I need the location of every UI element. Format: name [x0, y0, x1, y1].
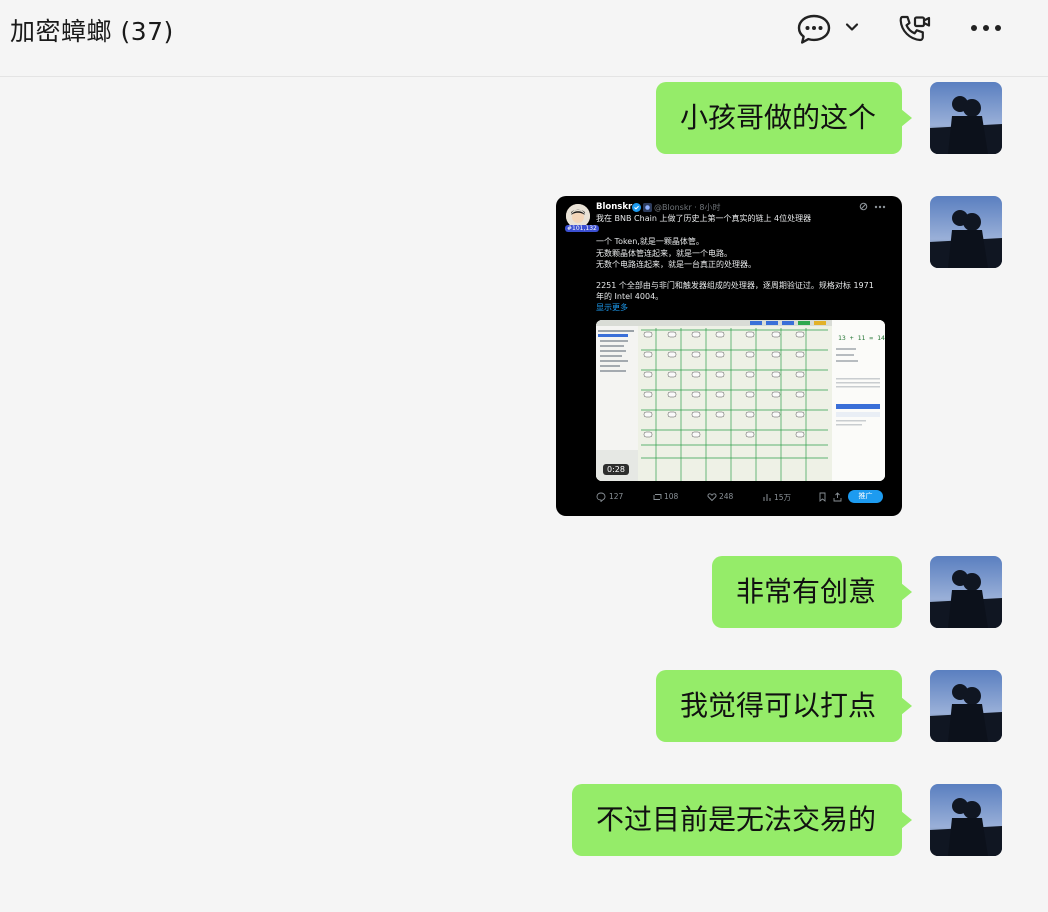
chat-header: 加密蟑螂 (37): [0, 0, 1048, 77]
tweet-video-thumbnail[interactable]: 13 + 11 = 143: [596, 320, 885, 481]
share-icon[interactable]: [833, 492, 842, 502]
chat-bubble-icon[interactable]: [796, 12, 832, 46]
screen-result-text: 13 + 11 = 143: [838, 334, 885, 342]
show-more-link[interactable]: 显示更多: [596, 302, 628, 313]
shared-tweet-card[interactable]: #101,132 Blonskr @Blonskr · 8小时 我在 BNB C…: [556, 196, 902, 516]
like-count: 248: [719, 492, 734, 501]
message-bubble[interactable]: 我觉得可以打点: [655, 670, 913, 742]
views-icon: [763, 494, 771, 501]
retweet-icon[interactable]: [652, 492, 663, 502]
tweet-text-line: 我在 BNB Chain 上做了历史上第一个真实的链上 4位处理器: [596, 214, 812, 223]
chat-title: 加密蟑螂 (37): [10, 17, 174, 46]
tweet-text-line: 无数颗晶体管连起来，就是一个电路。: [596, 249, 732, 258]
avatar[interactable]: [930, 196, 1002, 268]
follower-count-badge: #101,132: [565, 225, 599, 232]
message-bubble[interactable]: 非常有创意: [711, 556, 913, 628]
affiliate-badge-icon: [643, 203, 652, 212]
bookmark-icon[interactable]: [818, 492, 827, 502]
tweet-handle: @Blonskr · 8小时: [654, 203, 721, 212]
avatar[interactable]: [930, 670, 1002, 742]
message-bubble[interactable]: 不过目前是无法交易的: [571, 784, 913, 856]
phone-video-call-icon[interactable]: [896, 12, 932, 46]
reply-icon[interactable]: [596, 492, 606, 502]
message-bubble[interactable]: 小孩哥做的这个: [655, 82, 913, 154]
tweet-text-line: 年的 Intel 4004。: [596, 292, 664, 301]
tweet-text-line: 无数个电路连起来，就是一台真正的处理器。: [596, 260, 756, 269]
like-icon[interactable]: [707, 492, 717, 502]
tweet-text-line: 一个 Token,就是一颗晶体管。: [596, 237, 704, 246]
video-duration: 0:28: [603, 464, 629, 475]
reply-count: 127: [609, 492, 624, 501]
tweet-more-icon[interactable]: [874, 205, 886, 209]
verified-icon: [632, 203, 641, 212]
retweet-count: 108: [664, 492, 679, 501]
chevron-down-icon[interactable]: [845, 20, 859, 34]
more-options-icon[interactable]: [968, 20, 1004, 36]
promote-button[interactable]: 推广: [848, 490, 883, 503]
view-count: 15万: [774, 493, 792, 502]
avatar[interactable]: [930, 82, 1002, 154]
grok-icon[interactable]: [859, 202, 868, 211]
tweet-author-name: Blonskr: [596, 202, 633, 212]
avatar[interactable]: [930, 784, 1002, 856]
tweet-text-line: 2251 个全部由与非门和触发器组成的处理器，逐周期验证过。规格对标 1971: [596, 281, 874, 290]
avatar[interactable]: [930, 556, 1002, 628]
